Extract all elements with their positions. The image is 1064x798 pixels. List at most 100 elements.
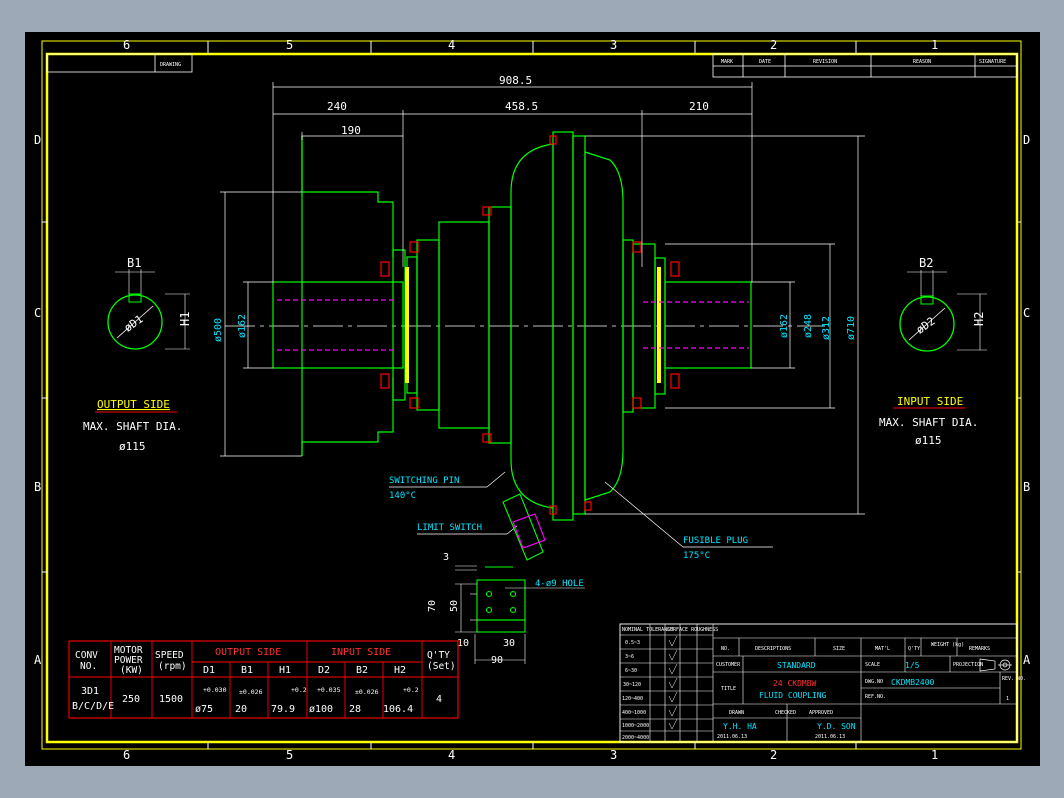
tb-title-2: FLUID COUPLING [759, 691, 827, 700]
row-label-a: A [34, 653, 42, 667]
spec-d2: ø100 [309, 704, 333, 715]
spec-d1: ø75 [195, 704, 213, 715]
spec-sub-h2: H2 [394, 665, 406, 676]
output-seal-band [405, 267, 409, 383]
title-block: NOMINAL TOLERANCE SURFACE ROUGHNESS 0.5~… [619, 623, 1026, 743]
dim-30: 30 [503, 638, 515, 649]
tb-drawn-by: Y.H. HA [723, 722, 757, 731]
spec-h1: 79.9 [271, 704, 295, 715]
col-label-3-bottom: 3 [610, 748, 617, 762]
revision-header: MARK DATE REVISION REASON SIGNATURE [712, 53, 1018, 78]
row-label-b-right: B [1023, 480, 1030, 494]
spec-conv: 3D1 [81, 686, 99, 697]
spec-header-conv-1: CONV [75, 650, 98, 661]
tb-tol-row-4: 30~120 [623, 682, 641, 688]
tb-customer: STANDARD [777, 661, 816, 670]
dim-overall: 908.5 [499, 74, 532, 87]
output-max-shaft: MAX. SHAFT DIA. [83, 420, 182, 433]
dim-h1: H1 [178, 312, 192, 326]
spec-b2: 28 [349, 704, 361, 715]
dim-10: 10 [457, 638, 469, 649]
spec-qty: 4 [436, 694, 442, 705]
tb-title-1: 24 CKDMBW [773, 679, 817, 688]
col-label-6-bottom: 6 [123, 748, 130, 762]
tb-matl: MAT'L [875, 646, 890, 652]
tb-scale-label: SCALE [865, 662, 880, 668]
rev-signature: SIGNATURE [979, 59, 1006, 65]
row-label-d: D [34, 133, 41, 147]
tb-tol-header-2: SURFACE ROUGHNESS [667, 627, 718, 633]
fusible-plug-temp: 175°C [683, 551, 710, 561]
output-side-note: OUTPUT SIDE MAX. SHAFT DIA. ø115 [83, 398, 182, 453]
rev-reason: REASON [913, 59, 931, 65]
tb-rev-label: REV. NO. [1002, 676, 1026, 682]
rev-revision: REVISION [813, 59, 837, 65]
cad-viewport[interactable]: 6 5 4 3 2 1 6 5 4 3 2 1 D C B A D C B A … [25, 32, 1040, 766]
col-label-1: 1 [931, 38, 938, 52]
roughness-symbols [668, 635, 678, 730]
spec-header-qty-2: (Set) [427, 661, 456, 672]
dim-hub-len: 190 [341, 124, 361, 137]
tb-no: NO. [721, 646, 730, 652]
dim-d-710: ø710 [846, 316, 857, 340]
spec-header-speed-1: SPEED [155, 650, 184, 661]
dim-d-312: ø312 [821, 316, 832, 340]
tb-tol-row-1: 0.5~3 [625, 640, 640, 646]
tb-description: DESCRIPTIONS [755, 646, 791, 652]
rev-date: DATE [759, 59, 771, 65]
tb-ref-label: REF.NO. [865, 694, 886, 700]
inner-frame [45, 52, 1019, 744]
top-left-box-text: DRAWING [160, 62, 181, 68]
tb-approved-label: APPROVED [809, 710, 833, 716]
spec-h2: 106.4 [383, 704, 413, 715]
dim-90: 90 [491, 655, 503, 666]
tb-approved-by: Y.D. SON [817, 722, 856, 731]
spec-sub-d2: D2 [318, 665, 330, 676]
input-max-shaft: MAX. SHAFT DIA. [879, 416, 978, 429]
tb-weight: WEIGHT (kg) [931, 642, 964, 648]
input-key-section: B2 øD2 H2 [899, 256, 987, 352]
spec-sub-b1: B1 [241, 665, 253, 676]
tb-tol-row-5: 120~400 [622, 696, 643, 702]
tb-approved-date: 2011.06.13 [815, 734, 845, 740]
spec-b1-tol: ±0.026 [239, 688, 263, 696]
drawing-canvas: 6 5 4 3 2 1 6 5 4 3 2 1 D C B A D C B A … [34, 38, 1031, 762]
row-label-a-right: A [1023, 653, 1031, 667]
col-label-2-bottom: 2 [770, 748, 777, 762]
spec-header-conv-2: NO. [80, 661, 97, 672]
limit-switch-label: LIMIT SWITCH [417, 523, 482, 533]
tb-tol-row-8: 2000~4000 [622, 735, 649, 741]
tb-projection-label: PROJECTION [953, 662, 983, 668]
shaft-keyway-lines [277, 299, 749, 351]
dim-middle-len: 458.5 [505, 100, 538, 113]
rev-mark: MARK [721, 59, 733, 65]
dim-d-left-outer: ø500 [213, 318, 224, 342]
tb-size: SIZE [833, 646, 845, 652]
spec-d2-tol: +0.035 [317, 686, 341, 694]
tb-title-label: TITLE [721, 686, 736, 692]
col-label-5-bottom: 5 [286, 748, 293, 762]
tb-drawn-label: DRAWN [729, 710, 744, 716]
dim-h2: H2 [972, 312, 986, 326]
dim-d-248: ø248 [803, 314, 814, 338]
output-housing [272, 136, 512, 456]
tb-tol-row-7: 1000~2000 [622, 723, 649, 729]
spec-d1-tol: +0.030 [203, 686, 227, 694]
tb-rev: 1 [1006, 696, 1009, 702]
tb-customer-label: CUSTOMER [716, 662, 741, 668]
tb-dwg-no: CKDMB2400 [891, 678, 935, 687]
dim-70: 70 [427, 600, 438, 612]
spec-table: CONV NO. MOTOR POWER (KW) SPEED (rpm) Q'… [68, 640, 459, 719]
dim-b2: B2 [919, 256, 933, 270]
spec-header-output: OUTPUT SIDE [215, 647, 281, 658]
limit-switch-body [476, 493, 546, 633]
outer-frame [41, 40, 1022, 750]
spec-conv2: B/C/D/E [72, 701, 114, 712]
row-label-c: C [34, 306, 41, 320]
input-shaft-dia: ø115 [915, 434, 942, 447]
tb-scale: 1/5 [905, 661, 920, 670]
tb-tol-row-6: 400~1000 [622, 710, 646, 716]
spec-header-power-3: (KW) [120, 665, 143, 676]
spec-h1-tol: +0.2 [291, 686, 307, 694]
tb-qty: Q'TY [908, 646, 920, 652]
